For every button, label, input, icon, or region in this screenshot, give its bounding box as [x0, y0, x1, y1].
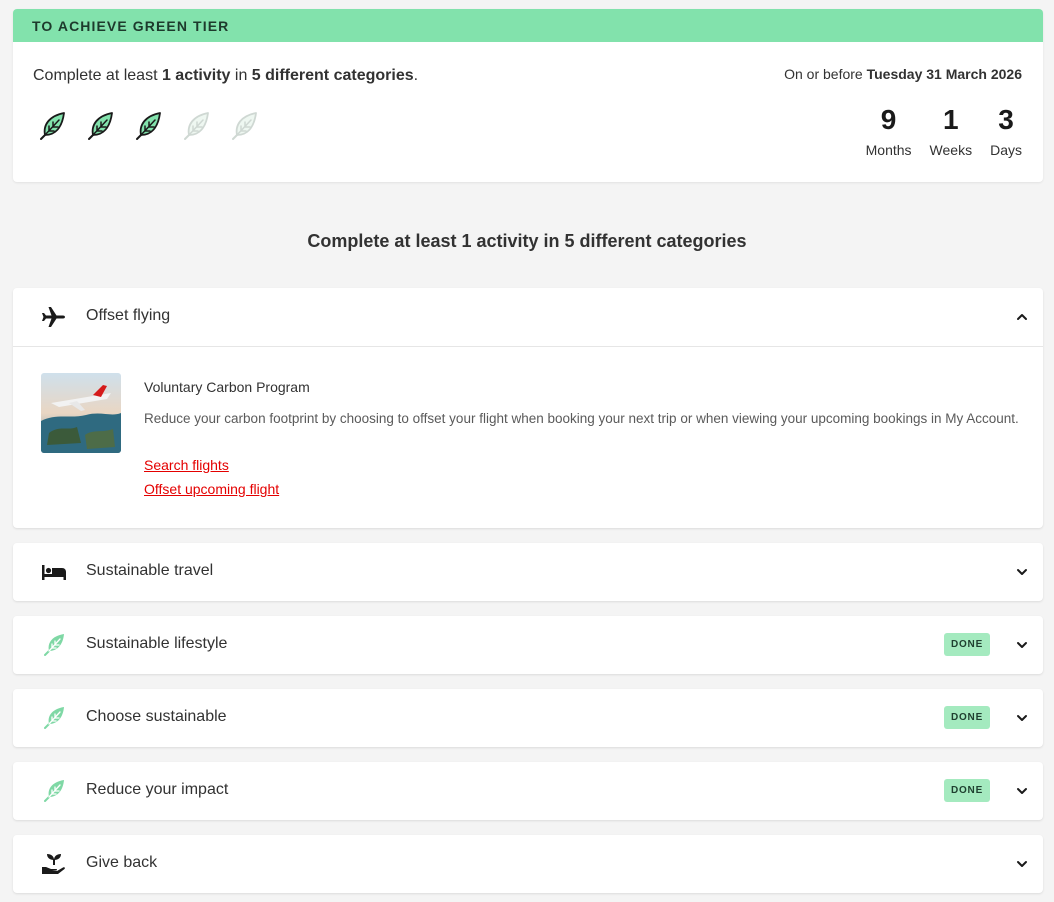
program-description: Reduce your carbon footprint by choosing… [144, 411, 1019, 426]
category-label: Choose sustainable [86, 708, 227, 725]
tier-requirement: Complete at least 1 activity in 5 differ… [33, 67, 419, 84]
category-sustainable-lifestyle[interactable]: Sustainable lifestyle DONE [13, 616, 1043, 674]
category-label: Sustainable travel [86, 562, 214, 579]
hand-plant-icon [42, 854, 65, 874]
chevron-down-icon[interactable] [1015, 565, 1029, 579]
program-title: Voluntary Carbon Program [144, 379, 310, 395]
done-badge: DONE [944, 706, 990, 729]
leaf-icon [232, 112, 257, 140]
countdown: 9 Months 1 Weeks 3 Days [866, 104, 1022, 158]
carbon-program-image [41, 373, 121, 453]
chevron-down-icon[interactable] [1015, 711, 1029, 725]
page: TO ACHIEVE GREEN TIER Complete at least … [0, 0, 1054, 902]
bed-icon [42, 565, 66, 580]
category-header-choose-sustainable[interactable]: Choose sustainable DONE [13, 689, 1043, 747]
category-choose-sustainable[interactable]: Choose sustainable DONE [13, 689, 1043, 747]
leaf-icon [44, 780, 64, 802]
category-reduce-your-impact[interactable]: Reduce your impact DONE [13, 762, 1043, 820]
chevron-down-icon[interactable] [1015, 784, 1029, 798]
category-header-sustainable-lifestyle[interactable]: Sustainable lifestyle DONE [13, 616, 1043, 674]
leaf-icon [88, 112, 113, 140]
leaf-icon [40, 112, 65, 140]
chevron-up-icon[interactable] [1015, 310, 1029, 324]
category-header-give-back[interactable]: Give back [13, 835, 1043, 893]
countdown-days: 3 Days [990, 104, 1022, 158]
leaf-icon [44, 707, 64, 729]
deadline: On or before Tuesday 31 March 2026 [784, 66, 1022, 82]
category-label: Sustainable lifestyle [86, 635, 228, 652]
category-header-reduce-your-impact[interactable]: Reduce your impact DONE [13, 762, 1043, 820]
category-label: Offset flying [86, 307, 171, 324]
leaf-progress [35, 110, 259, 142]
airplane-icon [42, 307, 65, 327]
leaf-icon [184, 112, 209, 140]
countdown-months: 9 Months [865, 104, 912, 158]
chevron-down-icon[interactable] [1015, 638, 1029, 652]
tier-card: TO ACHIEVE GREEN TIER Complete at least … [13, 9, 1043, 182]
offset-upcoming-flight-link[interactable]: Offset upcoming flight [144, 481, 279, 497]
tier-banner: TO ACHIEVE GREEN TIER [13, 9, 1043, 42]
section-title: Complete at least 1 activity in 5 differ… [307, 231, 747, 251]
category-label: Reduce your impact [86, 781, 229, 798]
category-header-offset-flying[interactable]: Offset flying [13, 288, 1043, 346]
category-label: Give back [86, 854, 158, 871]
countdown-weeks: 1 Weeks [929, 104, 973, 158]
search-flights-link[interactable]: Search flights [144, 457, 229, 473]
chevron-down-icon[interactable] [1015, 857, 1029, 871]
done-badge: DONE [944, 633, 990, 656]
category-sustainable-travel[interactable]: Sustainable travel [13, 543, 1043, 601]
category-give-back[interactable]: Give back [13, 835, 1043, 893]
leaf-icon [44, 634, 64, 656]
category-offset-flying: Offset flying Voluntary Carbon Program R… [13, 288, 1043, 528]
leaf-icon [136, 112, 161, 140]
category-body-offset-flying: Voluntary Carbon Program Reduce your car… [13, 346, 1043, 528]
category-header-sustainable-travel[interactable]: Sustainable travel [13, 543, 1043, 601]
done-badge: DONE [944, 779, 990, 802]
